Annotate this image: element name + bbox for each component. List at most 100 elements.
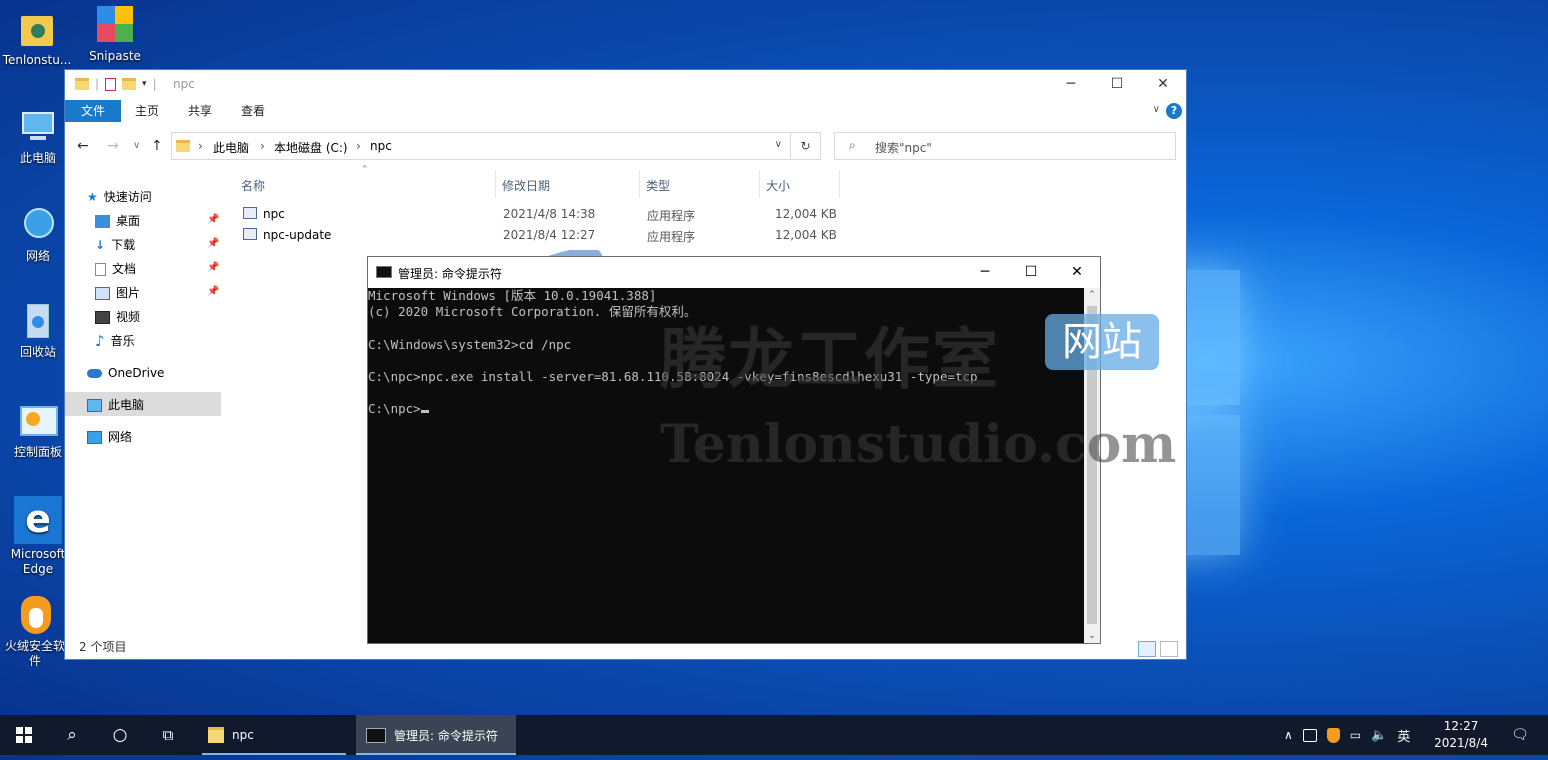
tab-view[interactable]: 查看 — [241, 100, 265, 122]
console-line: C:\Windows\system32>cd /npc — [368, 336, 572, 352]
control-panel-icon — [18, 402, 58, 442]
show-hidden-icons-icon[interactable]: ∧ — [1284, 728, 1293, 742]
sidebar-item-network[interactable]: 网络 — [87, 426, 132, 448]
recent-locations-icon[interactable]: ∨ — [133, 140, 140, 151]
cmd-title-bar[interactable]: 管理员: 命令提示符 ─ ☐ ✕ — [368, 257, 1100, 288]
pin-icon[interactable]: 📌 — [207, 238, 219, 249]
desktop-icon-edge[interactable]: e Microsoft Edge — [3, 496, 73, 577]
close-button[interactable]: ✕ — [1054, 257, 1100, 287]
column-divider[interactable] — [639, 170, 640, 198]
file-name: npc-update — [263, 228, 332, 242]
sidebar-item-pictures[interactable]: 图片 — [95, 282, 140, 304]
address-bar[interactable]: › 此电脑 › 本地磁盘 (C:) › npc ∨ — [171, 132, 791, 160]
back-arrow-icon[interactable]: ← — [77, 138, 89, 154]
details-view-icon[interactable] — [1138, 641, 1156, 657]
column-divider[interactable] — [839, 170, 840, 198]
column-header-type[interactable]: 类型 — [646, 177, 670, 194]
search-icon[interactable]: ⌕ — [48, 715, 96, 755]
pin-icon[interactable]: 📌 — [207, 262, 219, 273]
sidebar-item-downloads[interactable]: ↓ 下载 — [95, 234, 135, 256]
scroll-down-icon[interactable]: ⌄ — [1084, 631, 1100, 641]
taskbar-app-explorer[interactable]: npc — [196, 715, 352, 755]
system-tray: ∧ ▭ 🔈 英 — [1284, 715, 1410, 755]
security-center-icon[interactable] — [1302, 728, 1317, 742]
taskbar-app-cmd[interactable]: 管理员: 命令提示符 — [356, 715, 516, 755]
properties-icon[interactable] — [105, 77, 117, 91]
breadcrumb-separator[interactable]: › — [198, 139, 203, 153]
desktop-icon-snipaste[interactable]: Snipaste -... — [80, 6, 150, 66]
volume-icon[interactable]: 🔈 — [1371, 728, 1387, 743]
tab-share[interactable]: 共享 — [188, 100, 212, 122]
sidebar-item-label: 此电脑 — [108, 398, 145, 412]
expand-ribbon-icon[interactable]: ∨ — [1153, 104, 1160, 115]
cmd-scrollbar[interactable]: ⌃ ⌄ — [1084, 288, 1100, 643]
notification-icon[interactable]: 🗨 — [1504, 715, 1536, 755]
breadcrumb-local-disk[interactable]: 本地磁盘 (C:) — [274, 139, 348, 156]
refresh-button[interactable]: ↻ — [791, 132, 821, 160]
customize-toolbar-icon[interactable]: ▾ — [142, 79, 147, 89]
application-icon — [243, 228, 257, 240]
video-icon — [95, 310, 110, 324]
navigation-bar: ← → ∨ ↑ › 此电脑 › 本地磁盘 (C:) › npc ∨ ↻ ⌕ 搜索… — [65, 131, 1186, 163]
input-method-indicator[interactable]: 英 — [1397, 726, 1410, 745]
sidebar-item-documents[interactable]: 文档 — [95, 258, 136, 280]
sidebar-item-music[interactable]: ♪ 音乐 — [95, 330, 135, 352]
search-box[interactable]: ⌕ 搜索"npc" — [834, 132, 1176, 160]
desktop-icon-network[interactable]: 网络 — [3, 206, 73, 264]
address-dropdown-icon[interactable]: ∨ — [775, 139, 782, 150]
scroll-thumb[interactable] — [1087, 306, 1097, 624]
help-icon[interactable]: ? — [1166, 103, 1182, 119]
explorer-title-bar[interactable]: | ▾ | npc ─ ☐ ✕ — [65, 70, 1186, 100]
sidebar-item-thispc[interactable]: 此电脑 — [87, 394, 144, 416]
task-view-icon[interactable]: ⧉ — [144, 715, 192, 755]
sidebar-item-label: 音乐 — [110, 334, 135, 348]
clock[interactable]: 12:27 2021/8/4 — [1434, 718, 1488, 752]
start-button[interactable] — [0, 715, 48, 755]
sidebar-item-desktop[interactable]: 桌面 — [95, 210, 140, 232]
desktop-icon-control-panel[interactable]: 控制面板 — [3, 402, 73, 460]
breadcrumb-separator[interactable]: › — [356, 139, 361, 153]
breadcrumb-separator[interactable]: › — [260, 139, 265, 153]
command-prompt-window[interactable]: 管理员: 命令提示符 ─ ☐ ✕ Microsoft Windows [版本 1… — [367, 256, 1101, 644]
table-row[interactable]: npc 2021/4/8 14:38 应用程序 12,004 KB — [241, 204, 841, 224]
up-arrow-icon[interactable]: ↑ — [151, 138, 163, 154]
sidebar-item-onedrive[interactable]: OneDrive — [87, 362, 164, 384]
large-icons-view-icon[interactable] — [1160, 641, 1178, 657]
network-tray-icon[interactable]: ▭ — [1350, 728, 1361, 742]
minimize-button[interactable]: ─ — [962, 257, 1008, 287]
sidebar-item-quick-access[interactable]: ★ 快速访问 — [87, 186, 152, 208]
close-button[interactable]: ✕ — [1140, 70, 1186, 98]
desktop-icon-thispc[interactable]: 此电脑 — [3, 108, 73, 166]
clock-date: 2021/8/4 — [1434, 736, 1488, 750]
pin-icon[interactable]: 📌 — [207, 286, 219, 297]
maximize-button[interactable]: ☐ — [1008, 257, 1054, 287]
column-header-name[interactable]: 名称 — [241, 177, 265, 194]
maximize-button[interactable]: ☐ — [1094, 70, 1140, 98]
pin-icon[interactable]: 📌 — [207, 214, 219, 225]
new-folder-icon[interactable] — [122, 78, 137, 90]
desktop-icon-huorong[interactable]: 火绒安全软件 — [0, 596, 70, 666]
desktop-icon-recycle-bin[interactable]: 回收站 — [3, 302, 73, 360]
minimize-button[interactable]: ─ — [1048, 70, 1094, 98]
breadcrumb-npc[interactable]: npc — [370, 139, 392, 153]
ribbon-tabs: 文件 主页 共享 查看 ∨ ? — [65, 100, 1186, 122]
column-divider[interactable] — [759, 170, 760, 198]
scroll-up-icon[interactable]: ⌃ — [1084, 290, 1100, 300]
console-output[interactable]: Microsoft Windows [版本 10.0.19041.388] (c… — [368, 288, 1084, 643]
column-header-date[interactable]: 修改日期 — [502, 177, 550, 194]
forward-arrow-icon[interactable]: → — [107, 138, 119, 154]
huorong-tray-icon[interactable] — [1326, 727, 1340, 743]
desktop-icon-tenlonstudio[interactable]: Tenlonstu... — [2, 10, 72, 68]
desktop-icon-label: Tenlonstu... — [2, 53, 72, 67]
desktop-icon-label: 回收站 — [19, 345, 56, 359]
application-icon — [243, 207, 257, 219]
tab-file[interactable]: 文件 — [65, 100, 121, 122]
sidebar-item-videos[interactable]: 视频 — [95, 306, 140, 328]
cortana-icon[interactable]: ○ — [96, 715, 144, 755]
column-header-size[interactable]: 大小 — [766, 177, 790, 194]
table-row[interactable]: npc-update 2021/8/4 12:27 应用程序 12,004 KB — [241, 225, 841, 245]
column-divider[interactable] — [495, 170, 496, 198]
tab-home[interactable]: 主页 — [135, 100, 159, 122]
breadcrumb-thispc[interactable]: 此电脑 — [213, 139, 249, 156]
